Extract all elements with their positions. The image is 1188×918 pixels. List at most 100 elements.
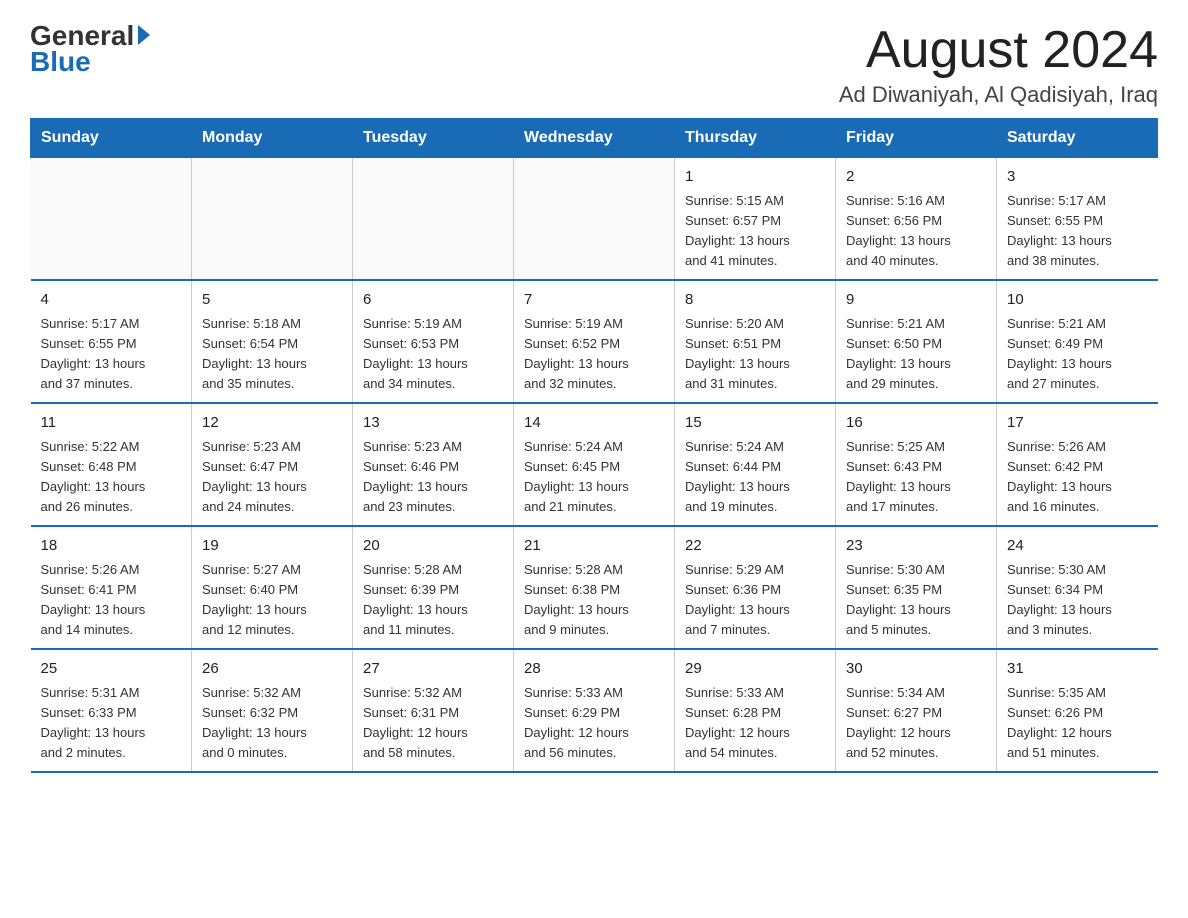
calendar-table: SundayMondayTuesdayWednesdayThursdayFrid… bbox=[30, 118, 1158, 773]
day-cell: 16Sunrise: 5:25 AM Sunset: 6:43 PM Dayli… bbox=[836, 403, 997, 526]
day-number: 24 bbox=[1007, 535, 1148, 558]
day-number: 28 bbox=[524, 658, 664, 681]
week-row-2: 4Sunrise: 5:17 AM Sunset: 6:55 PM Daylig… bbox=[31, 280, 1158, 403]
col-header-friday: Friday bbox=[836, 119, 997, 158]
day-info: Sunrise: 5:21 AM Sunset: 6:49 PM Dayligh… bbox=[1007, 314, 1148, 395]
day-info: Sunrise: 5:34 AM Sunset: 6:27 PM Dayligh… bbox=[846, 683, 986, 764]
day-info: Sunrise: 5:18 AM Sunset: 6:54 PM Dayligh… bbox=[202, 314, 342, 395]
day-cell: 21Sunrise: 5:28 AM Sunset: 6:38 PM Dayli… bbox=[514, 526, 675, 649]
col-header-saturday: Saturday bbox=[997, 119, 1158, 158]
logo: General Blue bbox=[30, 20, 150, 78]
day-cell: 12Sunrise: 5:23 AM Sunset: 6:47 PM Dayli… bbox=[192, 403, 353, 526]
day-info: Sunrise: 5:33 AM Sunset: 6:29 PM Dayligh… bbox=[524, 683, 664, 764]
day-number: 13 bbox=[363, 412, 503, 435]
day-cell: 7Sunrise: 5:19 AM Sunset: 6:52 PM Daylig… bbox=[514, 280, 675, 403]
day-cell: 25Sunrise: 5:31 AM Sunset: 6:33 PM Dayli… bbox=[31, 649, 192, 772]
day-info: Sunrise: 5:26 AM Sunset: 6:42 PM Dayligh… bbox=[1007, 437, 1148, 518]
day-info: Sunrise: 5:24 AM Sunset: 6:44 PM Dayligh… bbox=[685, 437, 825, 518]
day-info: Sunrise: 5:28 AM Sunset: 6:39 PM Dayligh… bbox=[363, 560, 503, 641]
day-info: Sunrise: 5:23 AM Sunset: 6:46 PM Dayligh… bbox=[363, 437, 503, 518]
col-header-monday: Monday bbox=[192, 119, 353, 158]
day-cell: 24Sunrise: 5:30 AM Sunset: 6:34 PM Dayli… bbox=[997, 526, 1158, 649]
day-cell: 15Sunrise: 5:24 AM Sunset: 6:44 PM Dayli… bbox=[675, 403, 836, 526]
day-number: 29 bbox=[685, 658, 825, 681]
day-cell: 6Sunrise: 5:19 AM Sunset: 6:53 PM Daylig… bbox=[353, 280, 514, 403]
day-cell: 17Sunrise: 5:26 AM Sunset: 6:42 PM Dayli… bbox=[997, 403, 1158, 526]
day-number: 5 bbox=[202, 289, 342, 312]
day-info: Sunrise: 5:28 AM Sunset: 6:38 PM Dayligh… bbox=[524, 560, 664, 641]
location-subtitle: Ad Diwaniyah, Al Qadisiyah, Iraq bbox=[839, 82, 1158, 108]
day-number: 18 bbox=[41, 535, 182, 558]
day-info: Sunrise: 5:27 AM Sunset: 6:40 PM Dayligh… bbox=[202, 560, 342, 641]
day-info: Sunrise: 5:19 AM Sunset: 6:53 PM Dayligh… bbox=[363, 314, 503, 395]
day-number: 27 bbox=[363, 658, 503, 681]
day-cell bbox=[192, 158, 353, 281]
day-cell: 18Sunrise: 5:26 AM Sunset: 6:41 PM Dayli… bbox=[31, 526, 192, 649]
day-cell: 1Sunrise: 5:15 AM Sunset: 6:57 PM Daylig… bbox=[675, 158, 836, 281]
day-number: 11 bbox=[41, 412, 182, 435]
day-number: 25 bbox=[41, 658, 182, 681]
day-cell: 4Sunrise: 5:17 AM Sunset: 6:55 PM Daylig… bbox=[31, 280, 192, 403]
day-number: 23 bbox=[846, 535, 986, 558]
day-number: 9 bbox=[846, 289, 986, 312]
week-row-4: 18Sunrise: 5:26 AM Sunset: 6:41 PM Dayli… bbox=[31, 526, 1158, 649]
day-cell: 31Sunrise: 5:35 AM Sunset: 6:26 PM Dayli… bbox=[997, 649, 1158, 772]
day-number: 15 bbox=[685, 412, 825, 435]
day-info: Sunrise: 5:32 AM Sunset: 6:32 PM Dayligh… bbox=[202, 683, 342, 764]
day-number: 12 bbox=[202, 412, 342, 435]
day-cell bbox=[31, 158, 192, 281]
day-info: Sunrise: 5:15 AM Sunset: 6:57 PM Dayligh… bbox=[685, 191, 825, 272]
day-number: 4 bbox=[41, 289, 182, 312]
logo-blue-text: Blue bbox=[30, 46, 91, 78]
day-number: 26 bbox=[202, 658, 342, 681]
day-info: Sunrise: 5:31 AM Sunset: 6:33 PM Dayligh… bbox=[41, 683, 182, 764]
day-info: Sunrise: 5:22 AM Sunset: 6:48 PM Dayligh… bbox=[41, 437, 182, 518]
day-number: 19 bbox=[202, 535, 342, 558]
day-cell: 28Sunrise: 5:33 AM Sunset: 6:29 PM Dayli… bbox=[514, 649, 675, 772]
day-cell: 9Sunrise: 5:21 AM Sunset: 6:50 PM Daylig… bbox=[836, 280, 997, 403]
day-info: Sunrise: 5:17 AM Sunset: 6:55 PM Dayligh… bbox=[1007, 191, 1148, 272]
day-number: 7 bbox=[524, 289, 664, 312]
day-number: 17 bbox=[1007, 412, 1148, 435]
day-cell: 8Sunrise: 5:20 AM Sunset: 6:51 PM Daylig… bbox=[675, 280, 836, 403]
day-info: Sunrise: 5:29 AM Sunset: 6:36 PM Dayligh… bbox=[685, 560, 825, 641]
day-cell: 29Sunrise: 5:33 AM Sunset: 6:28 PM Dayli… bbox=[675, 649, 836, 772]
week-row-3: 11Sunrise: 5:22 AM Sunset: 6:48 PM Dayli… bbox=[31, 403, 1158, 526]
col-header-tuesday: Tuesday bbox=[353, 119, 514, 158]
day-cell: 23Sunrise: 5:30 AM Sunset: 6:35 PM Dayli… bbox=[836, 526, 997, 649]
day-info: Sunrise: 5:35 AM Sunset: 6:26 PM Dayligh… bbox=[1007, 683, 1148, 764]
day-info: Sunrise: 5:25 AM Sunset: 6:43 PM Dayligh… bbox=[846, 437, 986, 518]
day-number: 16 bbox=[846, 412, 986, 435]
day-info: Sunrise: 5:17 AM Sunset: 6:55 PM Dayligh… bbox=[41, 314, 182, 395]
day-info: Sunrise: 5:26 AM Sunset: 6:41 PM Dayligh… bbox=[41, 560, 182, 641]
day-info: Sunrise: 5:32 AM Sunset: 6:31 PM Dayligh… bbox=[363, 683, 503, 764]
day-number: 31 bbox=[1007, 658, 1148, 681]
title-area: August 2024 Ad Diwaniyah, Al Qadisiyah, … bbox=[839, 20, 1158, 108]
day-number: 2 bbox=[846, 166, 986, 189]
day-info: Sunrise: 5:30 AM Sunset: 6:35 PM Dayligh… bbox=[846, 560, 986, 641]
day-cell bbox=[353, 158, 514, 281]
day-number: 3 bbox=[1007, 166, 1148, 189]
calendar-header-row: SundayMondayTuesdayWednesdayThursdayFrid… bbox=[31, 119, 1158, 158]
day-cell: 2Sunrise: 5:16 AM Sunset: 6:56 PM Daylig… bbox=[836, 158, 997, 281]
day-cell: 10Sunrise: 5:21 AM Sunset: 6:49 PM Dayli… bbox=[997, 280, 1158, 403]
col-header-wednesday: Wednesday bbox=[514, 119, 675, 158]
day-number: 30 bbox=[846, 658, 986, 681]
day-number: 20 bbox=[363, 535, 503, 558]
day-info: Sunrise: 5:16 AM Sunset: 6:56 PM Dayligh… bbox=[846, 191, 986, 272]
day-cell: 19Sunrise: 5:27 AM Sunset: 6:40 PM Dayli… bbox=[192, 526, 353, 649]
month-year-title: August 2024 bbox=[839, 20, 1158, 80]
day-info: Sunrise: 5:30 AM Sunset: 6:34 PM Dayligh… bbox=[1007, 560, 1148, 641]
day-cell: 13Sunrise: 5:23 AM Sunset: 6:46 PM Dayli… bbox=[353, 403, 514, 526]
day-cell: 26Sunrise: 5:32 AM Sunset: 6:32 PM Dayli… bbox=[192, 649, 353, 772]
day-number: 22 bbox=[685, 535, 825, 558]
week-row-1: 1Sunrise: 5:15 AM Sunset: 6:57 PM Daylig… bbox=[31, 158, 1158, 281]
day-info: Sunrise: 5:24 AM Sunset: 6:45 PM Dayligh… bbox=[524, 437, 664, 518]
col-header-sunday: Sunday bbox=[31, 119, 192, 158]
day-number: 14 bbox=[524, 412, 664, 435]
day-number: 8 bbox=[685, 289, 825, 312]
day-info: Sunrise: 5:20 AM Sunset: 6:51 PM Dayligh… bbox=[685, 314, 825, 395]
day-number: 1 bbox=[685, 166, 825, 189]
day-info: Sunrise: 5:21 AM Sunset: 6:50 PM Dayligh… bbox=[846, 314, 986, 395]
day-number: 21 bbox=[524, 535, 664, 558]
